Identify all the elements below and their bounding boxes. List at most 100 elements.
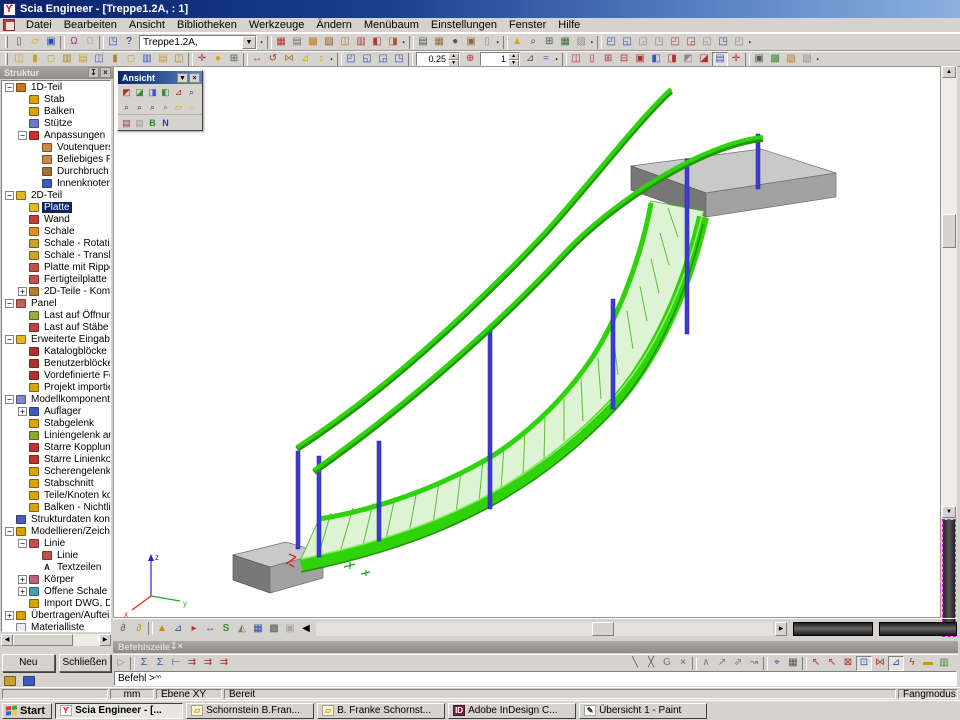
new-document-icon[interactable]: ▯ <box>11 35 27 50</box>
copy-icon[interactable]: ◫ <box>337 35 353 50</box>
close-icon[interactable]: × <box>178 642 183 652</box>
activity-1-icon[interactable]: ◰ <box>667 35 683 50</box>
snap-tangent-icon[interactable]: ⋈ <box>872 656 888 671</box>
new-button[interactable]: Neu <box>2 654 55 672</box>
load-9-icon[interactable]: ◪ <box>696 52 712 67</box>
node-tool-icon[interactable]: ● <box>210 52 226 67</box>
snap-anchor-icon[interactable]: ⊕ <box>462 52 478 67</box>
scroll-right-icon[interactable]: ▶ <box>775 622 787 636</box>
view-rotation-slider-2[interactable] <box>879 622 957 636</box>
load-5-icon[interactable]: ▣ <box>632 52 648 67</box>
scroll-up-icon[interactable]: ▲ <box>942 66 956 78</box>
tree-item-textzeilen[interactable]: ATextzeilen <box>2 561 110 573</box>
spin-up-icon[interactable]: ▲ <box>508 53 519 60</box>
collapse-icon[interactable]: − <box>5 191 14 200</box>
tree-item-stabgelenk[interactable]: Stabgelenk <box>2 417 110 429</box>
document-store-icon[interactable]: ▦ <box>431 35 447 50</box>
angle-mode-icon[interactable]: ∧ <box>698 656 714 671</box>
tree-item-modellkomponenten[interactable]: −Modellkomponenten <box>2 393 110 405</box>
project-combo[interactable]: Treppe1.2A, ▼ <box>139 35 257 50</box>
calculator-icon[interactable]: ▦ <box>273 35 289 50</box>
trace-mode-icon[interactable]: ⇗ <box>730 656 746 671</box>
window-cascade-icon[interactable]: ◱ <box>619 35 635 50</box>
run-icon[interactable]: ▷ <box>113 656 129 671</box>
close-button[interactable]: Schließen <box>59 654 112 672</box>
tree-item-benutzerblöcke[interactable]: Benutzerblöcke <box>2 357 110 369</box>
curve-mode-icon[interactable]: ↝ <box>746 656 762 671</box>
panel-tab-icon[interactable] <box>4 676 16 686</box>
ucs-4-icon[interactable]: ◳ <box>391 52 407 67</box>
load-1-icon[interactable]: ◫ <box>568 52 584 67</box>
tree-item-linie[interactable]: Linie <box>2 549 110 561</box>
tree-item-durchbruch[interactable]: Durchbruch <box>2 165 110 177</box>
cross-tool-icon[interactable]: ✛ <box>194 52 210 67</box>
taskbar-task-indesign[interactable]: IDAdobe InDesign C... <box>448 703 576 719</box>
tree-item-panel[interactable]: −Panel <box>2 297 110 309</box>
tree-item-strukturdaten-kontrollier[interactable]: Strukturdaten kontrollier <box>2 513 110 525</box>
tree-item-starre-kopplungen[interactable]: Starre Kopplungen <box>2 441 110 453</box>
structure-panel-header[interactable]: Struktur ↧ × <box>0 66 113 79</box>
close-icon[interactable]: × <box>189 73 200 83</box>
3d-model-canvas[interactable]: z x y <box>114 67 940 617</box>
tree-item-modellieren-zeichnen[interactable]: −Modellieren/Zeichnen <box>2 525 110 537</box>
spin-up-icon[interactable]: ▲ <box>448 53 459 60</box>
scrollbar-thumb[interactable] <box>942 214 956 248</box>
combo-dropdown-icon[interactable]: ▼ <box>242 36 256 49</box>
zoom-all-icon[interactable]: ⌕ <box>146 100 159 113</box>
dot-grid-icon[interactable]: ▦ <box>785 656 801 671</box>
beam-tool-10-icon[interactable]: ▤ <box>155 52 171 67</box>
expand-icon[interactable]: + <box>18 287 27 296</box>
cursor-snap-icon[interactable]: ⌖ <box>769 656 785 671</box>
tree-item-import-dwg-dxf-v[interactable]: Import DWG, DXF, V <box>2 597 110 609</box>
snap-line-icon[interactable]: ▬ <box>920 656 936 671</box>
curve-icon[interactable]: ≈ <box>538 52 554 67</box>
chevron-down-icon[interactable]: ▼ <box>177 73 188 83</box>
calc-sheet-icon[interactable]: ⊞ <box>541 35 557 50</box>
mirror-icon[interactable]: ⋈ <box>281 52 297 67</box>
table-icon[interactable]: ▦ <box>557 35 573 50</box>
ucs-3-icon[interactable]: ◲ <box>375 52 391 67</box>
save-icon[interactable]: ▣ <box>43 35 59 50</box>
collapse-icon[interactable]: − <box>5 299 14 308</box>
activity-5-icon[interactable]: ◰ <box>731 35 747 50</box>
tree-item-scherengelenk[interactable]: Scherengelenk <box>2 465 110 477</box>
tree-item-stab[interactable]: Stab <box>2 93 110 105</box>
pin-icon[interactable]: ↧ <box>88 67 99 78</box>
grid-tool-icon[interactable]: ⊞ <box>226 52 242 67</box>
undo-icon[interactable]: Ω <box>66 35 82 50</box>
ansicht-palette[interactable]: Ansicht ▼ × ◩◪◨◧⊿⌕ ⌕⌕⌕⌕▱○ ▤▤BN <box>117 70 203 131</box>
load-11-icon[interactable]: ✛ <box>728 52 744 67</box>
window-new-icon[interactable]: ◲ <box>635 35 651 50</box>
tree-item-platte[interactable]: Platte <box>2 201 110 213</box>
export-icon[interactable]: ▲ <box>509 35 525 50</box>
tree-item-1d-teil[interactable]: −1D-Teil <box>2 81 110 93</box>
beam-tool-7-icon[interactable]: ▮ <box>107 52 123 67</box>
coord-polar-icon[interactable]: ⇉ <box>216 656 232 671</box>
menu-datei[interactable]: Datei <box>20 18 58 32</box>
tree-item-2d-teile-kompone[interactable]: +2D-Teile - Kompone <box>2 285 110 297</box>
window-tile-icon[interactable]: ◰ <box>603 35 619 50</box>
menu-bibliotheken[interactable]: Bibliotheken <box>171 18 243 32</box>
collapse-icon[interactable]: − <box>18 539 27 548</box>
tree-item-balken[interactable]: Balken <box>2 105 110 117</box>
shade-icon[interactable]: ◭ <box>234 621 250 636</box>
activity-4-icon[interactable]: ◳ <box>715 35 731 50</box>
vector-mode-icon[interactable]: ↗ <box>714 656 730 671</box>
redo-icon[interactable]: Ω <box>82 35 98 50</box>
pin-icon[interactable]: ↧ <box>170 642 178 652</box>
taskbar-task-scia[interactable]: ϒScia Engineer - [... <box>55 703 183 719</box>
beam-tool-8-icon[interactable]: ◻ <box>123 52 139 67</box>
print-view-icon[interactable]: ▤ <box>120 116 133 129</box>
zoom-in-icon[interactable]: ⌕ <box>120 100 133 113</box>
cross-mode-icon[interactable]: ╳ <box>643 656 659 671</box>
grid-letter-icon[interactable]: G <box>659 656 675 671</box>
grid-view-icon[interactable]: ▦ <box>250 621 266 636</box>
view-x-icon[interactable]: ◩ <box>120 85 133 98</box>
beam-tool-2-icon[interactable]: ▮ <box>27 52 43 67</box>
viewport-vertical-scrollbar[interactable]: ▲ ▼ <box>941 66 957 518</box>
taskbar-task-paint[interactable]: ✎Übersicht 1 - Paint <box>579 703 707 719</box>
view-z-icon[interactable]: ◨ <box>146 85 159 98</box>
taskbar-task-folder[interactable]: ▱Schornstein B.Fran... <box>186 703 314 719</box>
scroll-left-icon[interactable]: ◀ <box>1 634 13 646</box>
toolbar-overflow-button[interactable]: . <box>589 34 596 50</box>
